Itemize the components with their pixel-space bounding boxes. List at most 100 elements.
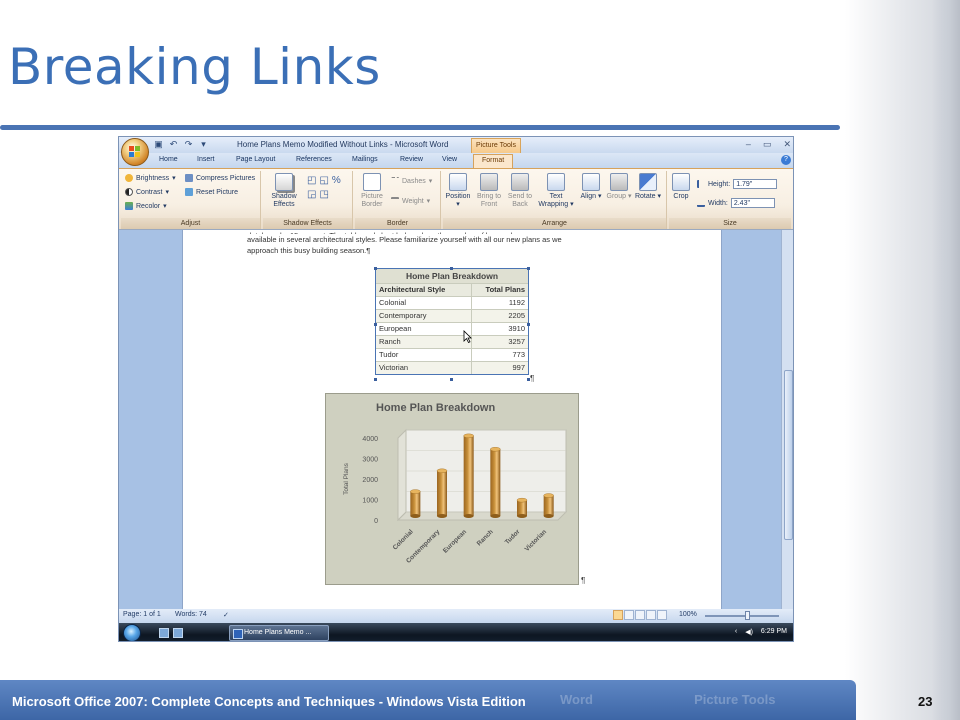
- switch-windows-icon[interactable]: [173, 628, 183, 638]
- chart-bar-top: [543, 493, 554, 498]
- reset-picture-button[interactable]: Reset Picture: [185, 188, 238, 196]
- x-tick-label: Victorian: [524, 528, 549, 553]
- minimize-icon[interactable]: –: [746, 139, 751, 150]
- undo-icon[interactable]: ↶: [168, 139, 179, 150]
- save-icon[interactable]: ▣: [153, 139, 164, 150]
- clock[interactable]: 6:29 PM: [761, 628, 787, 636]
- picture-tools-header: Picture Tools: [471, 138, 521, 153]
- resize-handle[interactable]: [374, 267, 377, 270]
- tray-arrow-icon[interactable]: ‹: [735, 628, 737, 636]
- height-input[interactable]: 1.79": [733, 179, 778, 189]
- nudge-left-icon[interactable]: ◱: [319, 175, 328, 186]
- tab-view[interactable]: View: [442, 156, 457, 163]
- bring-to-front-icon: [480, 173, 498, 191]
- crop-icon: [672, 173, 690, 191]
- zoom-slider[interactable]: [705, 615, 779, 617]
- tab-insert[interactable]: Insert: [197, 156, 215, 163]
- proofing-icon[interactable]: ✓: [223, 611, 229, 619]
- status-bar: Page: 1 of 1 Words: 74 ✓ 100%: [119, 609, 793, 623]
- start-button[interactable]: [123, 624, 141, 641]
- vertical-scrollbar[interactable]: [781, 230, 793, 609]
- rotate-icon: [639, 173, 657, 191]
- recolor-button[interactable]: Recolor ▾: [125, 202, 167, 210]
- close-icon[interactable]: ✕: [783, 139, 791, 150]
- table-title: Home Plan Breakdown: [376, 269, 528, 283]
- table-cell: 1192: [508, 298, 525, 307]
- recolor-icon: [125, 202, 133, 210]
- ribbon: Brightness ▾ Contrast ▾ Recolor ▾ Compre…: [119, 168, 793, 230]
- weight-button[interactable]: Weight ▾: [391, 197, 430, 205]
- position-button[interactable]: Position ▾: [443, 173, 473, 209]
- zoom-level[interactable]: 100%: [679, 611, 697, 618]
- resize-handle[interactable]: [450, 378, 453, 381]
- align-button[interactable]: Align ▾: [577, 173, 605, 201]
- position-icon: [449, 173, 467, 191]
- tab-references[interactable]: References: [296, 156, 332, 163]
- outline-button[interactable]: [646, 610, 656, 620]
- slide-title: Breaking Links: [8, 38, 381, 96]
- dashes-button[interactable]: Dashes ▾: [391, 177, 432, 185]
- resize-handle[interactable]: [374, 378, 377, 381]
- print-layout-button[interactable]: [613, 610, 623, 620]
- group-button[interactable]: Group ▾: [605, 173, 633, 201]
- bring-to-front-label: Bring to Front: [476, 193, 502, 208]
- nudge-down-icon[interactable]: ◳: [319, 189, 328, 200]
- bring-to-front-button[interactable]: Bring to Front: [473, 173, 505, 209]
- nudge-right-icon[interactable]: ◲: [307, 189, 316, 200]
- help-icon[interactable]: ?: [781, 155, 791, 165]
- tab-home[interactable]: Home: [159, 156, 178, 163]
- document-page[interactable]: database by 15 percent. The table and ch…: [182, 230, 722, 609]
- shadow-effects-button[interactable]: Shadow Effects: [265, 173, 303, 209]
- draft-button[interactable]: [657, 610, 667, 620]
- text-wrapping-button[interactable]: Text Wrapping ▾: [537, 173, 575, 209]
- maximize-icon[interactable]: ▭: [763, 139, 772, 150]
- zoom-slider-knob[interactable]: [745, 611, 750, 620]
- crop-button[interactable]: Crop: [669, 173, 693, 201]
- web-layout-button[interactable]: [635, 610, 645, 620]
- tab-page-layout[interactable]: Page Layout: [236, 156, 275, 163]
- tab-format[interactable]: Format: [473, 154, 514, 168]
- compress-pictures-button[interactable]: Compress Pictures: [185, 174, 255, 182]
- paragraph-mark: ¶: [530, 374, 535, 383]
- width-input[interactable]: 2.43": [730, 198, 775, 208]
- send-to-back-button[interactable]: Send to Back: [505, 173, 535, 209]
- brightness-label: Brightness: [136, 174, 170, 182]
- taskbar-app-button[interactable]: Home Plans Memo ...: [229, 625, 329, 641]
- full-screen-reading-button[interactable]: [624, 610, 634, 620]
- quick-access-toolbar: ▣ ↶ ↷ ▾: [153, 139, 209, 150]
- office-button[interactable]: [121, 138, 149, 166]
- send-to-back-icon: [511, 173, 529, 191]
- body-paragraph: database by 15 percent. The table and ch…: [247, 230, 667, 256]
- chart-bar: [437, 470, 447, 516]
- nudge-up-icon[interactable]: ◰: [307, 175, 316, 186]
- picture-border-button[interactable]: Picture Border: [357, 173, 387, 209]
- shadow-toggle-icon[interactable]: %: [332, 175, 341, 186]
- paragraph-mark: ¶: [581, 576, 586, 585]
- resize-handle[interactable]: [374, 323, 377, 326]
- resize-handle[interactable]: [450, 267, 453, 270]
- scrollbar-thumb[interactable]: [784, 370, 793, 540]
- crop-label: Crop: [673, 193, 689, 200]
- table-cell: Tudor: [376, 349, 472, 361]
- page-count[interactable]: Page: 1 of 1: [123, 611, 161, 618]
- resize-handle[interactable]: [527, 267, 530, 270]
- volume-icon[interactable]: ◀): [745, 628, 753, 636]
- home-plan-table[interactable]: Home Plan Breakdown Architectural Style …: [375, 268, 529, 375]
- chart-picture[interactable]: Home Plan Breakdown 0 1000 2000 3000 4000 Tot…: [325, 393, 579, 585]
- table-cell: 2205: [508, 311, 525, 320]
- height-control: Height: 1.79": [697, 179, 778, 189]
- x-tick-label: Colonial: [392, 528, 415, 551]
- y-tick-label: 0: [374, 518, 378, 525]
- rotate-label: Rotate: [634, 193, 656, 200]
- redo-icon[interactable]: ↷: [183, 139, 194, 150]
- tab-review[interactable]: Review: [400, 156, 423, 163]
- show-desktop-icon[interactable]: [159, 628, 169, 638]
- rotate-button[interactable]: Rotate ▾: [633, 173, 663, 201]
- contrast-button[interactable]: Contrast ▾: [125, 188, 169, 196]
- tab-mailings[interactable]: Mailings: [352, 156, 378, 163]
- shadow-nudge-controls[interactable]: ◰ ◱ % ◲ ◳: [307, 175, 347, 200]
- resize-handle[interactable]: [527, 323, 530, 326]
- word-count[interactable]: Words: 74: [175, 611, 207, 618]
- customize-qat-icon[interactable]: ▾: [198, 139, 209, 150]
- brightness-button[interactable]: Brightness ▾: [125, 174, 176, 182]
